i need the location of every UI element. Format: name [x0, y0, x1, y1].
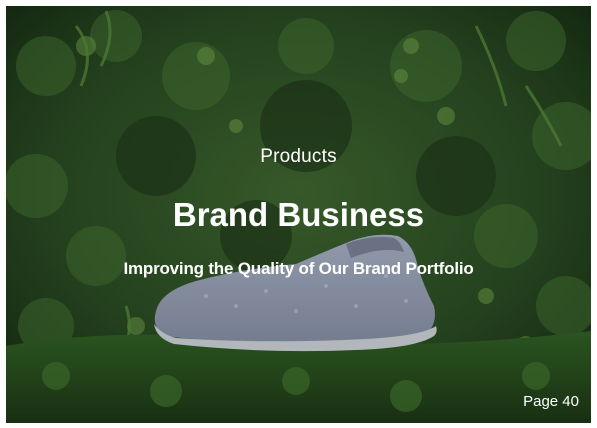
slide-title: Brand Business [172, 196, 425, 233]
page-number: Page 40 [523, 393, 579, 410]
slide-subtitle: Improving the Quality of Our Brand Portf… [123, 259, 474, 278]
section-label: Products [260, 146, 337, 167]
slide: Products Brand Business Improving the Qu… [6, 6, 591, 423]
